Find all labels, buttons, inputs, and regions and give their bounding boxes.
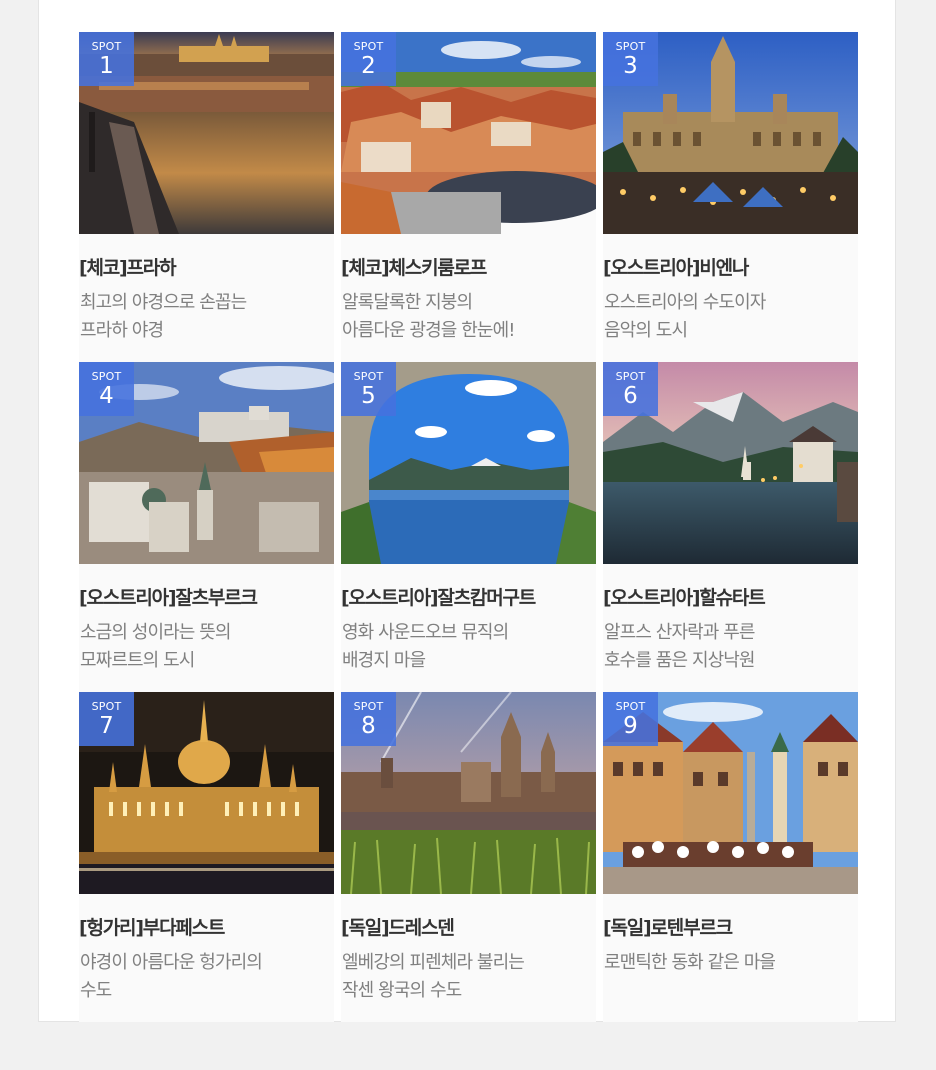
rothenburg-town-square-photo: SPOT 9	[603, 692, 858, 894]
spot-badge-number: 7	[99, 713, 114, 739]
spot-description-line: 로맨틱한 동화 같은 마을	[604, 952, 776, 973]
spot-title: [체코]프라하	[79, 257, 177, 279]
spot-badge-number: 9	[623, 713, 638, 739]
cesky-krumlov-rooftops-photo: SPOT 2	[341, 32, 596, 234]
spot-number-badge: SPOT 3	[603, 32, 658, 86]
spot-description-line: 배경지 마을	[342, 650, 426, 671]
vienna-city-hall-market-photo: SPOT 3	[603, 32, 858, 234]
spot-badge-label: SPOT	[91, 370, 122, 383]
spot-card-salzkammergut[interactable]: SPOT 5 [오스트리아]잘츠캄머구트 영화 사운드오브 뮤직의 배경지 마을	[341, 362, 596, 692]
spot-number-badge: SPOT 6	[603, 362, 658, 416]
spot-description-line: 야경이 아름다운 헝가리의	[80, 952, 263, 973]
spot-description-line: 오스트리아의 수도이자	[604, 292, 766, 313]
hallstatt-lake-village-photo: SPOT 6	[603, 362, 858, 564]
spot-card-rothenburg[interactable]: SPOT 9 [독일]로텐부르크 로맨틱한 동화 같은 마을	[603, 692, 858, 1022]
travel-spots-panel: SPOT 1 [체코]프라하 최고의 야경으로 손꼽는 프라하 야경 SPOT …	[38, 0, 896, 1022]
spot-title: [오스트리아]비엔나	[603, 257, 749, 279]
spot-number-badge: SPOT 7	[79, 692, 134, 746]
spot-card-dresden[interactable]: SPOT 8 [독일]드레스덴 엘베강의 피렌체라 불리는 작센 왕국의 수도	[341, 692, 596, 1022]
budapest-parliament-night-photo: SPOT 7	[79, 692, 334, 894]
spot-badge-label: SPOT	[91, 700, 122, 713]
spot-badge-label: SPOT	[615, 700, 646, 713]
spot-card-budapest[interactable]: SPOT 7 [헝가리]부다페스트 야경이 아름다운 헝가리의 수도	[79, 692, 334, 1022]
spot-description-line: 알록달록한 지붕의	[342, 292, 473, 313]
spot-description: 로맨틱한 동화 같은 마을	[604, 949, 854, 977]
spot-description: 소금의 성이라는 뜻의 모짜르트의 도시	[80, 619, 330, 675]
spot-description: 엘베강의 피렌체라 불리는 작센 왕국의 수도	[342, 949, 592, 1005]
spot-description-line: 영화 사운드오브 뮤직의	[342, 622, 509, 643]
spot-badge-number: 1	[99, 53, 114, 79]
spot-description: 알프스 산자락과 푸른 호수를 품은 지상낙원	[604, 619, 854, 675]
spot-card-salzburg[interactable]: SPOT 4 [오스트리아]잘츠부르크 소금의 성이라는 뜻의 모짜르트의 도시	[79, 362, 334, 692]
spot-description: 알록달록한 지붕의 아름다운 광경을 한눈에!	[342, 289, 592, 345]
spot-badge-label: SPOT	[615, 370, 646, 383]
spot-badge-label: SPOT	[91, 40, 122, 53]
spot-badge-label: SPOT	[353, 700, 384, 713]
spot-title: [헝가리]부다페스트	[79, 917, 225, 939]
spot-description: 오스트리아의 수도이자 음악의 도시	[604, 289, 854, 345]
spot-card-prague[interactable]: SPOT 1 [체코]프라하 최고의 야경으로 손꼽는 프라하 야경	[79, 32, 334, 362]
dresden-skyline-photo: SPOT 8	[341, 692, 596, 894]
spot-badge-number: 4	[99, 383, 114, 409]
spot-title: [체코]체스키룸로프	[341, 257, 487, 279]
spot-number-badge: SPOT 8	[341, 692, 396, 746]
spot-badge-number: 5	[361, 383, 376, 409]
spot-badge-number: 2	[361, 53, 376, 79]
spot-title: [독일]로텐부르크	[603, 917, 733, 939]
spot-badge-label: SPOT	[353, 40, 384, 53]
spot-description-line: 프라하 야경	[80, 320, 164, 341]
spot-description-line: 엘베강의 피렌체라 불리는	[342, 952, 525, 973]
spot-number-badge: SPOT 5	[341, 362, 396, 416]
spot-card-vienna[interactable]: SPOT 3 [오스트리아]비엔나 오스트리아의 수도이자 음악의 도시	[603, 32, 858, 362]
salzburg-fortress-photo: SPOT 4	[79, 362, 334, 564]
spot-number-badge: SPOT 2	[341, 32, 396, 86]
spot-badge-label: SPOT	[353, 370, 384, 383]
spot-description: 야경이 아름다운 헝가리의 수도	[80, 949, 330, 1005]
spot-description-line: 최고의 야경으로 손꼽는	[80, 292, 247, 313]
spot-number-badge: SPOT 4	[79, 362, 134, 416]
spot-title: [독일]드레스덴	[341, 917, 455, 939]
spot-description-line: 작센 왕국의 수도	[342, 980, 462, 1001]
spot-badge-number: 3	[623, 53, 638, 79]
spot-description: 영화 사운드오브 뮤직의 배경지 마을	[342, 619, 592, 675]
spot-title: [오스트리아]할슈타트	[603, 587, 766, 609]
spot-description-line: 아름다운 광경을 한눈에!	[342, 320, 515, 341]
spot-description-line: 모짜르트의 도시	[80, 650, 195, 671]
spot-badge-label: SPOT	[615, 40, 646, 53]
spot-badge-number: 8	[361, 713, 376, 739]
spot-description-line: 음악의 도시	[604, 320, 688, 341]
spot-card-hallstatt[interactable]: SPOT 6 [오스트리아]할슈타트 알프스 산자락과 푸른 호수를 품은 지상…	[603, 362, 858, 692]
spot-number-badge: SPOT 9	[603, 692, 658, 746]
spot-number-badge: SPOT 1	[79, 32, 134, 86]
spot-description-line: 수도	[80, 980, 112, 1001]
spot-description: 최고의 야경으로 손꼽는 프라하 야경	[80, 289, 330, 345]
spot-badge-number: 6	[623, 383, 638, 409]
salzkammergut-lake-arch-photo: SPOT 5	[341, 362, 596, 564]
spot-description-line: 소금의 성이라는 뜻의	[80, 622, 231, 643]
prague-night-view-photo: SPOT 1	[79, 32, 334, 234]
spot-card-cesky-krumlov[interactable]: SPOT 2 [체코]체스키룸로프 알록달록한 지붕의 아름다운 광경을 한눈에…	[341, 32, 596, 362]
spot-description-line: 호수를 품은 지상낙원	[604, 650, 755, 671]
spot-title: [오스트리아]잘츠부르크	[79, 587, 258, 609]
spot-description-line: 알프스 산자락과 푸른	[604, 622, 755, 643]
spot-title: [오스트리아]잘츠캄머구트	[341, 587, 536, 609]
